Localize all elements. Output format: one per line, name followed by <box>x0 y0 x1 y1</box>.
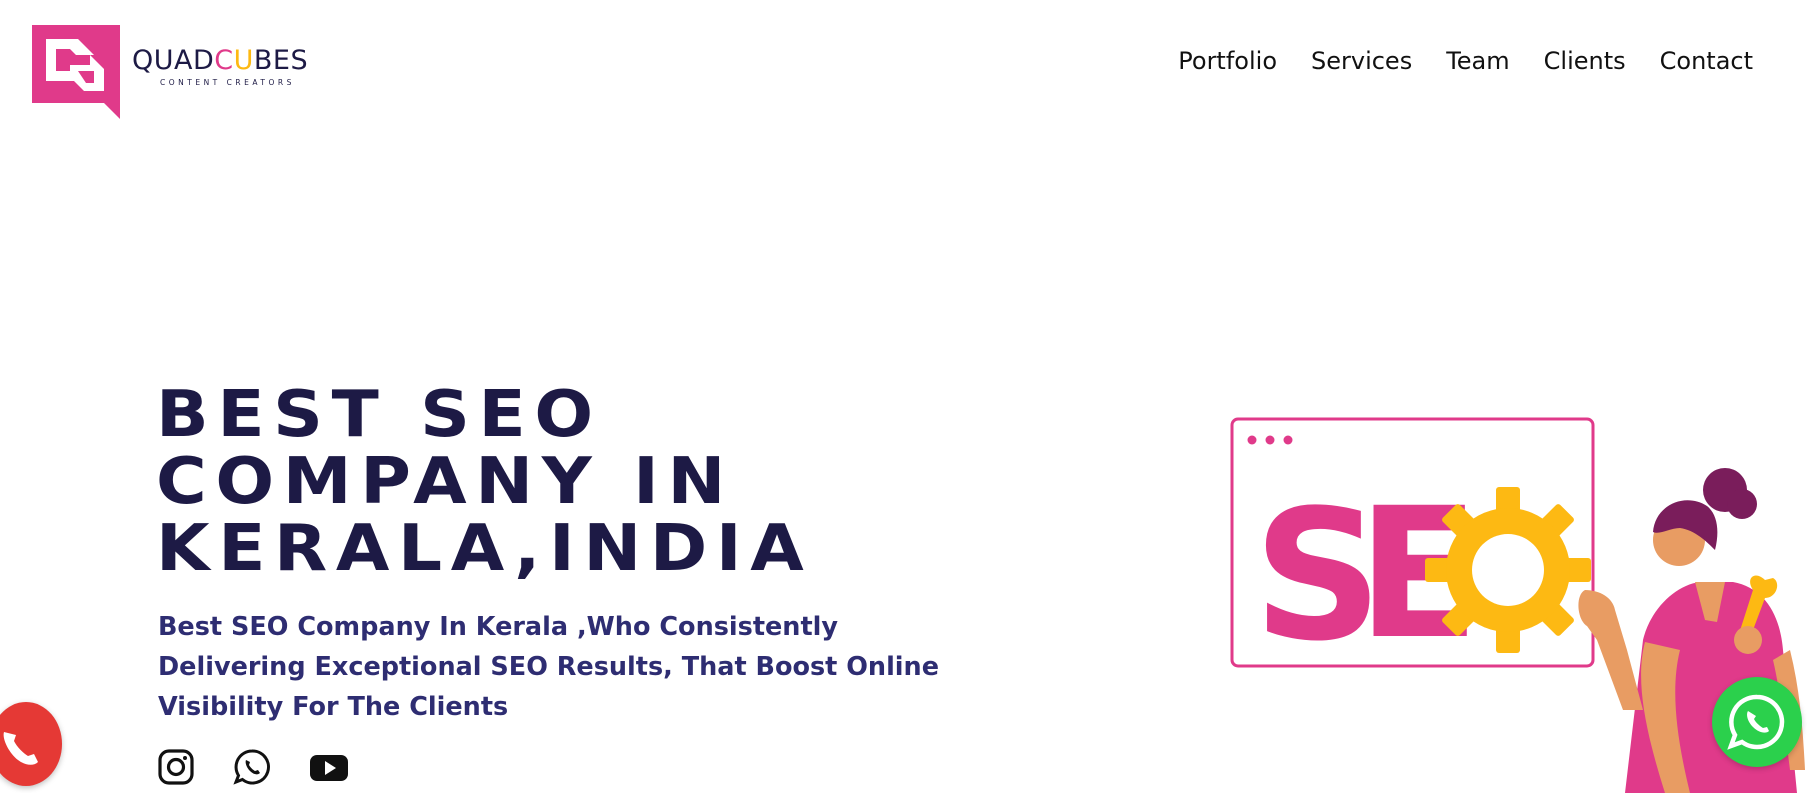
logo-mark-icon <box>32 25 120 119</box>
social-links <box>157 748 349 786</box>
whatsapp-icon[interactable] <box>233 748 271 786</box>
nav-item-team[interactable]: Team <box>1446 47 1509 75</box>
whatsapp-icon <box>1727 694 1785 750</box>
brand-name: QUADCUBES <box>132 45 309 76</box>
hero-title-line: BEST SEO <box>156 378 602 452</box>
youtube-icon[interactable] <box>309 748 349 786</box>
hero-title-line: KERALA,INDIA <box>156 512 813 586</box>
nav-item-portfolio[interactable]: Portfolio <box>1178 47 1277 75</box>
hero-subtitle-line: Visibility For The Clients <box>158 692 509 722</box>
gear-icon <box>1425 487 1591 653</box>
brand-tagline: CONTENT CREATORS <box>160 78 295 87</box>
nav-item-services[interactable]: Services <box>1311 47 1412 75</box>
instagram-icon[interactable] <box>157 748 195 786</box>
nav-item-contact[interactable]: Contact <box>1660 47 1753 75</box>
brand-logo[interactable]: QUADCUBES CONTENT CREATORS <box>32 25 308 119</box>
hero-subtitle-line: Best SEO Company In Kerala ,Who Consiste… <box>158 612 839 642</box>
main-nav: Portfolio Services Team Clients Contact <box>1178 47 1753 75</box>
whatsapp-chat-button[interactable] <box>1712 677 1802 767</box>
call-button[interactable] <box>0 702 62 786</box>
hero-title-line: COMPANY IN <box>156 445 735 519</box>
hero-subtitle-line: Delivering Exceptional SEO Results, That… <box>158 652 939 682</box>
nav-item-clients[interactable]: Clients <box>1544 47 1626 75</box>
hero-title: BEST SEO COMPANY IN KERALA,INDIA <box>156 382 1020 583</box>
phone-icon <box>3 732 38 765</box>
hero-subtitle: Best SEO Company In Kerala ,Who Consiste… <box>158 607 948 727</box>
